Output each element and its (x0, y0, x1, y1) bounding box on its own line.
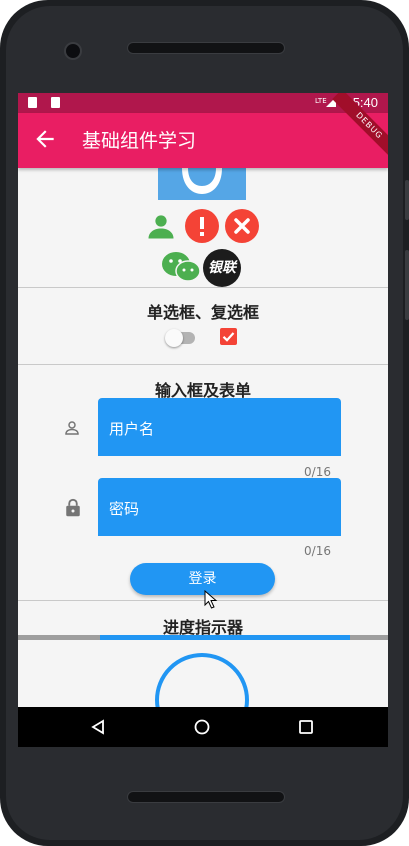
mouse-cursor-icon (204, 590, 218, 609)
switch-thumb (165, 329, 183, 347)
nav-recents-icon[interactable] (298, 719, 314, 735)
username-placeholder: 用户名 (109, 420, 155, 438)
person-icon (148, 215, 174, 239)
app-bar: 基础组件学习 DEBUG (18, 93, 388, 168)
password-placeholder: 密码 (109, 500, 140, 518)
username-counter: 0/16 (304, 465, 331, 479)
github-logo-image (158, 168, 246, 200)
password-field[interactable]: 密码 (98, 478, 341, 536)
check-icon (222, 332, 235, 342)
switch-toggle[interactable] (165, 329, 195, 347)
volume-button (405, 180, 409, 220)
password-counter: 0/16 (304, 544, 331, 558)
navigation-bar (18, 707, 388, 747)
top-speaker (127, 42, 285, 54)
lte-icon: LTE (315, 97, 327, 105)
person-outline-icon (65, 421, 79, 435)
checkbox[interactable] (220, 328, 237, 345)
divider (18, 364, 388, 365)
login-button[interactable]: 登录 (130, 563, 275, 595)
divider (18, 600, 388, 601)
front-camera (64, 42, 82, 60)
nav-back-icon[interactable] (90, 719, 106, 735)
wechat-icon (162, 252, 201, 282)
notification-icon (51, 97, 60, 108)
radio-checkbox-title: 单选框、复选框 (146, 303, 259, 322)
status-bar: LTE 5:40 (18, 93, 388, 113)
back-arrow-icon[interactable] (32, 126, 58, 152)
error-icon (185, 209, 219, 243)
nav-home-icon[interactable] (194, 719, 210, 735)
screen: LTE 5:40 基础组件学习 DEBUG 银联 单选框、复选框 输入框及表单 … (18, 93, 388, 747)
bottom-speaker (127, 791, 285, 803)
page-title: 基础组件学习 (82, 130, 197, 152)
divider (18, 287, 388, 288)
username-field[interactable]: 用户名 (98, 398, 341, 456)
scroll-content[interactable]: 银联 单选框、复选框 输入框及表单 用户名 0/16 密码 0/16 登录 进度… (18, 168, 388, 747)
unionpay-icon: 银联 (203, 249, 241, 287)
power-button (405, 250, 409, 320)
cancel-icon (225, 209, 259, 243)
sd-card-icon (28, 97, 37, 108)
linear-progress-indicator (100, 635, 350, 640)
lock-icon (66, 498, 80, 517)
